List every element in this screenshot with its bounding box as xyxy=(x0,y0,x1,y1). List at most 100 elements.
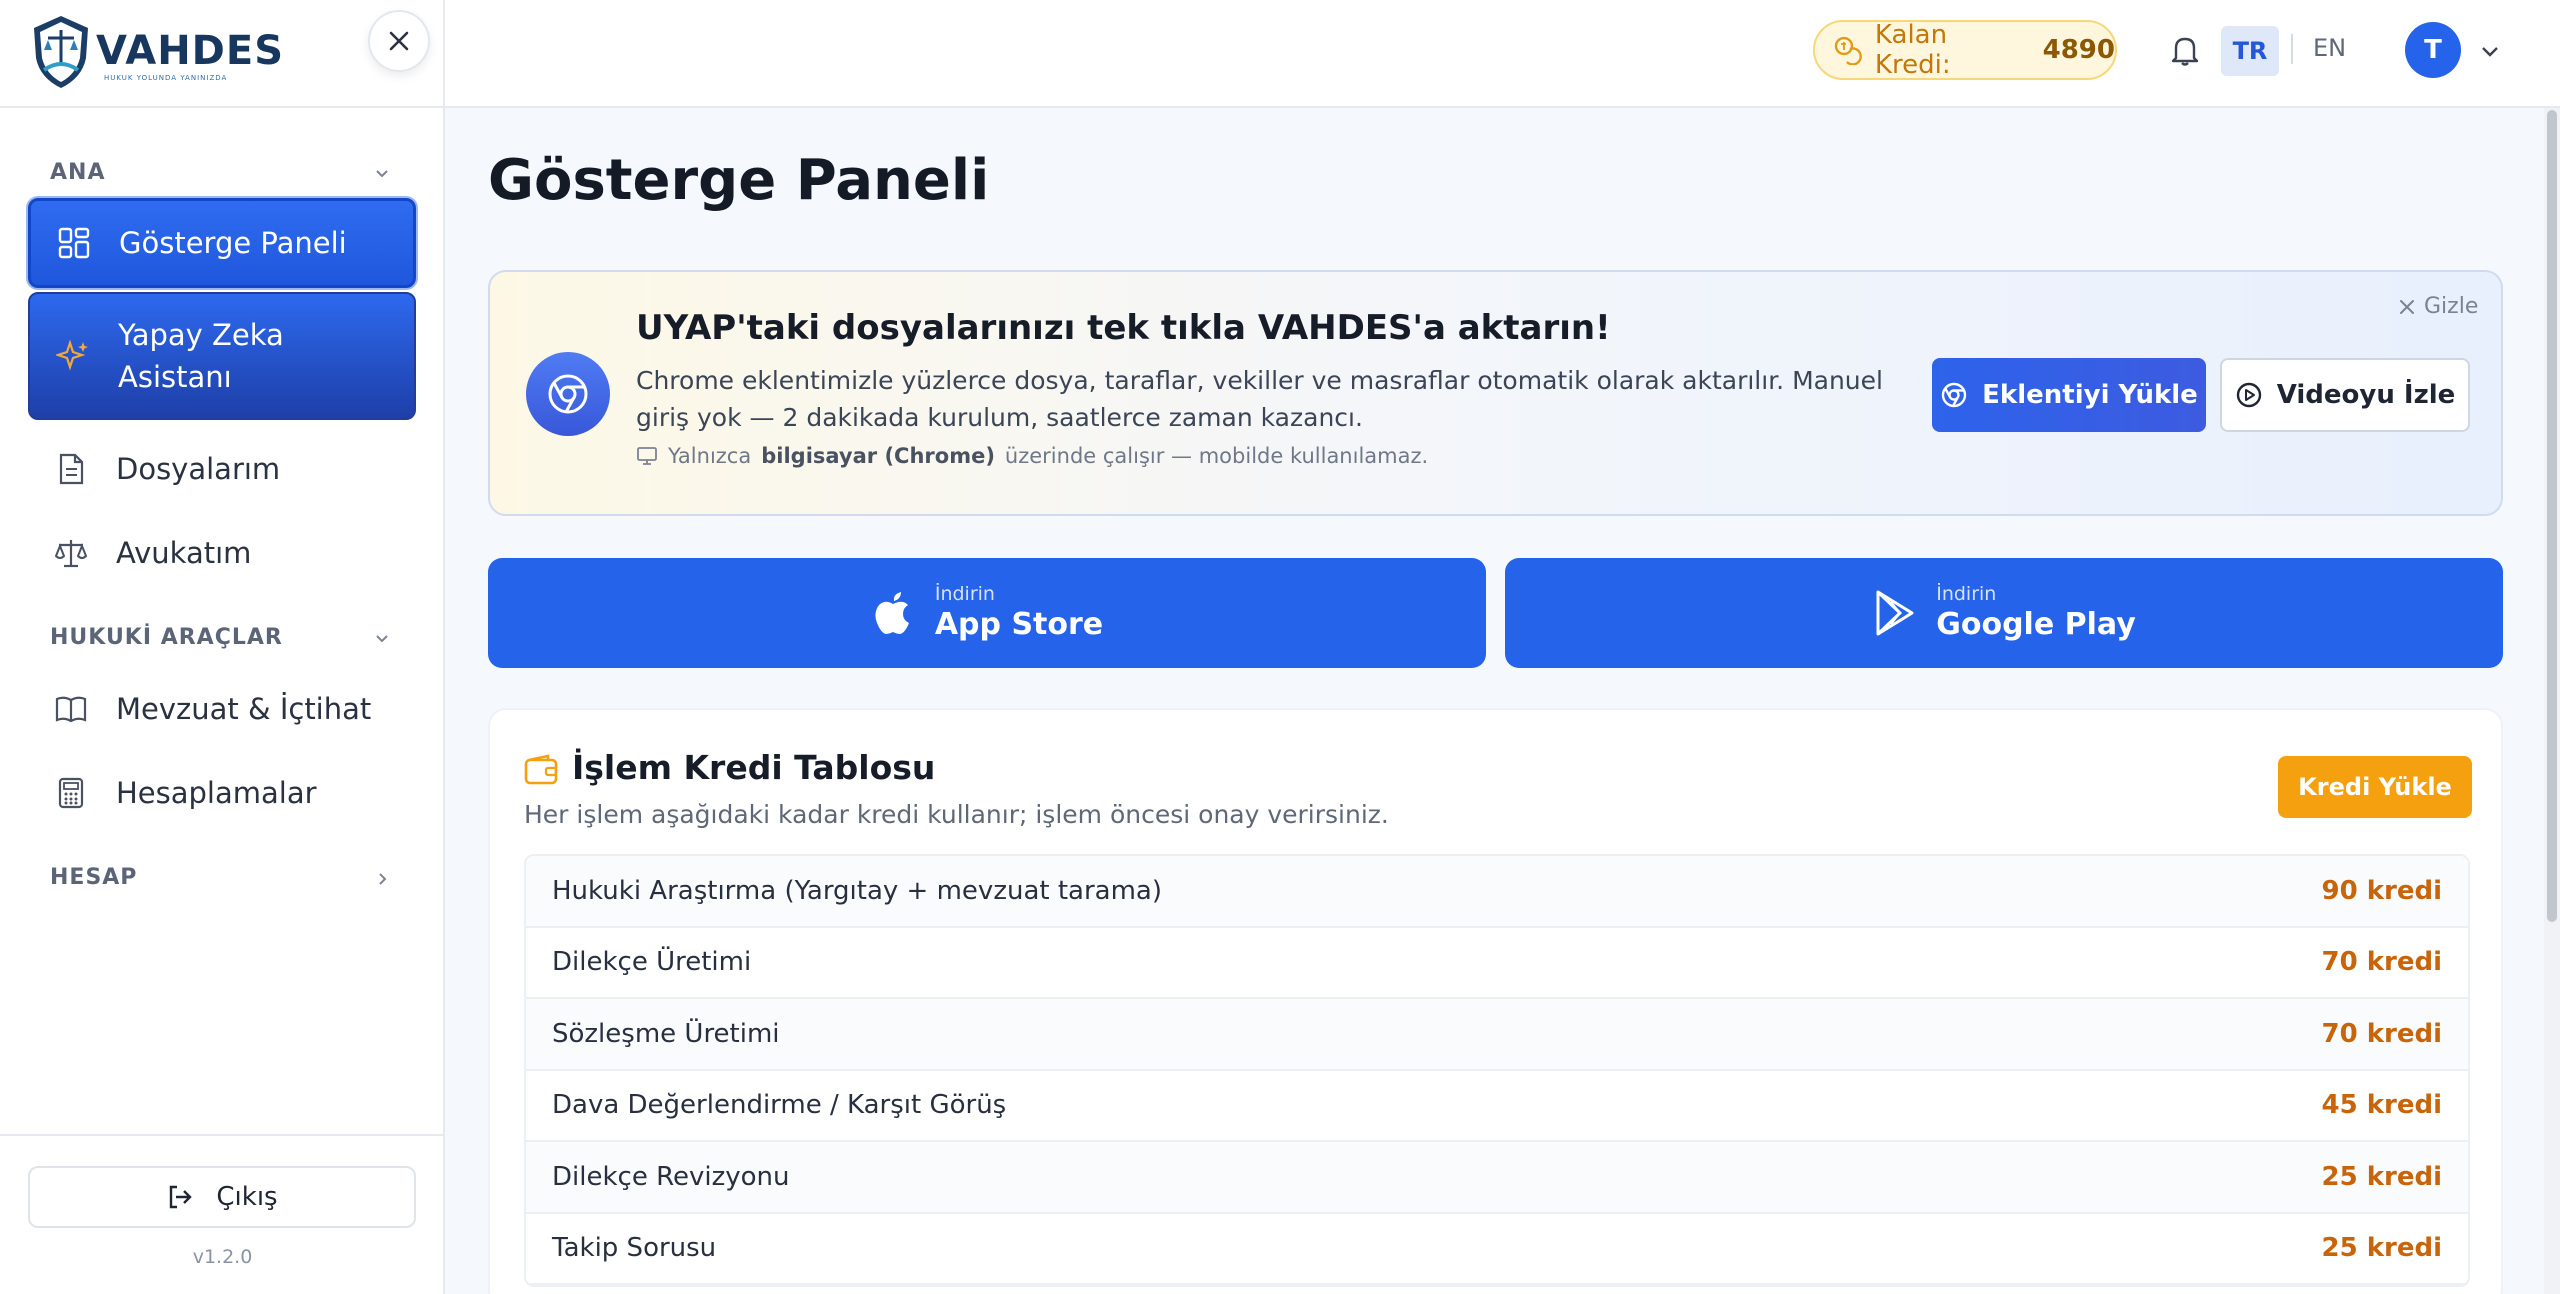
sidebar-item-label: Mevzuat & İçtihat xyxy=(116,692,372,726)
watch-video-button[interactable]: Videoyu İzle xyxy=(2220,358,2470,432)
sidebar-item-label: Dosyalarım xyxy=(116,452,281,486)
operation-cost: 90 kredi xyxy=(2321,875,2442,906)
operation-name: Takip Sorusu xyxy=(552,1233,717,1264)
section-ana[interactable]: ANA xyxy=(50,160,105,185)
credit-table: Hukuki Araştırma (Yargıtay + mevzuat tar… xyxy=(524,854,2470,1287)
table-row: Sözleşme Üretimi 70 kredi xyxy=(526,999,2468,1071)
operation-cost: 25 kredi xyxy=(2321,1161,2442,1192)
play-circle-icon xyxy=(2236,382,2261,408)
operation-name: Sözleşme Üretimi xyxy=(552,1018,780,1049)
operation-name: Hukuki Araştırma (Yargıtay + mevzuat tar… xyxy=(552,875,1162,906)
sidebar-item-label: Avukatım xyxy=(116,536,252,570)
chevron-down-icon[interactable] xyxy=(2479,40,2501,62)
extension-banner: UYAP'taki dosyalarınızı tek tıkla VAHDES… xyxy=(488,270,2503,516)
note-bold: bilgisayar (Chrome) xyxy=(761,444,995,468)
google-play-icon xyxy=(1876,590,1914,636)
language-tr-button[interactable]: TR xyxy=(2221,26,2279,76)
close-icon xyxy=(389,31,409,51)
chrome-icon-badge xyxy=(526,352,610,436)
language-divider xyxy=(2291,34,2293,64)
logout-label: Çıkış xyxy=(216,1182,278,1212)
install-extension-button[interactable]: Eklentiyi Yükle xyxy=(1932,358,2206,432)
calculator-icon xyxy=(58,777,84,809)
close-sidebar-button[interactable] xyxy=(368,10,430,72)
credit-table-subtitle: Her işlem aşağıdaki kadar kredi kullanır… xyxy=(524,800,1389,829)
logout-icon xyxy=(170,1185,193,1209)
operation-name: Dilekçe Üretimi xyxy=(552,947,752,978)
section-account[interactable]: HESAP xyxy=(50,865,137,890)
credit-table-title: İşlem Kredi Tablosu xyxy=(572,748,936,787)
brand-tagline: HUKUK YOLUNDA YANINIZDA xyxy=(104,74,228,82)
sidebar-item-label: Gösterge Paneli xyxy=(119,226,347,260)
sidebar: VAHDES HUKUK YOLUNDA YANINIZDA ANA Göste… xyxy=(0,0,445,1294)
apple-icon xyxy=(875,592,909,634)
logo-icon xyxy=(34,16,88,88)
section-legal-tools[interactable]: HUKUKİ ARAÇLAR xyxy=(50,625,283,650)
close-icon xyxy=(2400,299,2414,314)
language-en-button[interactable]: EN xyxy=(2313,34,2346,62)
operation-cost: 25 kredi xyxy=(2321,1233,2442,1264)
sidebar-item-dashboard[interactable]: Gösterge Paneli xyxy=(28,198,416,288)
operation-cost: 70 kredi xyxy=(2321,1018,2442,1049)
page-title: Gösterge Paneli xyxy=(488,148,990,213)
watch-video-label: Videoyu İzle xyxy=(2276,380,2456,410)
chevron-down-icon[interactable] xyxy=(374,631,390,647)
logout-area: Çıkış v1.2.0 xyxy=(0,1134,445,1294)
google-play-button[interactable]: İndirin Google Play xyxy=(1505,558,2503,668)
document-icon xyxy=(59,453,84,485)
chevron-right-icon[interactable] xyxy=(374,871,390,887)
load-credit-button[interactable]: Kredi Yükle xyxy=(2278,756,2472,818)
app-version: v1.2.0 xyxy=(192,1246,253,1268)
credit-table-card: İşlem Kredi Tablosu Her işlem aşağıdaki … xyxy=(488,708,2503,1294)
credit-value: 4890 xyxy=(2042,35,2115,65)
top-bar: Kalan Kredi: 4890 TR EN T xyxy=(445,0,2560,108)
sidebar-item-lawyer[interactable]: Avukatım xyxy=(28,522,416,584)
banner-note: Yalnızca bilgisayar (Chrome) üzerinde ça… xyxy=(636,444,1428,468)
operation-name: Dava Değerlendirme / Karşıt Görüş xyxy=(552,1090,1007,1121)
note-prefix: Yalnızca xyxy=(668,444,752,468)
google-play-small: İndirin xyxy=(1936,583,1997,605)
chevron-down-icon[interactable] xyxy=(374,166,390,182)
scales-icon xyxy=(54,540,88,568)
coins-icon xyxy=(1834,36,1862,65)
sidebar-item-label: Yapay Zeka Asistanı xyxy=(118,318,284,394)
scrollbar-thumb[interactable] xyxy=(2547,110,2557,922)
app-store-button[interactable]: İndirin App Store xyxy=(488,558,1486,668)
table-row: Takip Sorusu 25 kredi xyxy=(526,1214,2468,1285)
brand-header: VAHDES HUKUK YOLUNDA YANINIZDA xyxy=(0,0,445,108)
sidebar-item-calculations[interactable]: Hesaplamalar xyxy=(28,762,416,824)
hide-banner-button[interactable]: Gizle xyxy=(2398,294,2478,319)
table-row: Dilekçe Revizyonu 25 kredi xyxy=(526,1142,2468,1214)
google-play-big: Google Play xyxy=(1936,607,2136,642)
chrome-icon xyxy=(548,374,588,414)
operation-cost: 70 kredi xyxy=(2321,947,2442,978)
remaining-credit-badge[interactable]: Kalan Kredi: 4890 xyxy=(1813,20,2117,80)
logout-button[interactable]: Çıkış xyxy=(28,1166,416,1228)
sidebar-item-legislation[interactable]: Mevzuat & İçtihat xyxy=(28,678,416,740)
banner-title: UYAP'taki dosyalarınızı tek tıkla VAHDES… xyxy=(636,308,1611,348)
app-store-big: App Store xyxy=(934,607,1104,642)
note-suffix: üzerinde çalışır — mobilde kullanılamaz. xyxy=(1004,444,1429,468)
banner-description: Chrome eklentimizle yüzlerce dosya, tara… xyxy=(636,366,1883,432)
book-icon xyxy=(55,696,87,723)
credit-label: Kalan Kredi: xyxy=(1874,20,1951,80)
sidebar-item-label: Hesaplamalar xyxy=(116,776,317,810)
table-row: Dilekçe Üretimi 70 kredi xyxy=(526,928,2468,999)
chrome-icon xyxy=(1941,382,1967,408)
table-row: Dava Değerlendirme / Karşıt Görüş 45 kre… xyxy=(526,1071,2468,1142)
sidebar-item-files[interactable]: Dosyalarım xyxy=(28,438,416,500)
dashboard-icon xyxy=(58,227,90,259)
app-store-small: İndirin xyxy=(934,583,995,605)
install-extension-label: Eklentiyi Yükle xyxy=(1982,380,2198,410)
monitor-icon xyxy=(637,447,657,465)
bell-icon[interactable] xyxy=(2167,32,2203,68)
hide-label: Gizle xyxy=(2424,294,2479,319)
operation-name: Dilekçe Revizyonu xyxy=(552,1161,790,1192)
sidebar-item-ai-assistant[interactable]: Yapay Zeka Asistanı xyxy=(28,292,416,420)
wallet-icon xyxy=(524,754,558,785)
sparkle-icon xyxy=(56,339,88,371)
user-avatar[interactable]: T xyxy=(2405,22,2461,78)
table-row: Hukuki Araştırma (Yargıtay + mevzuat tar… xyxy=(526,856,2468,928)
operation-cost: 45 kredi xyxy=(2321,1090,2442,1121)
brand-name: VAHDES xyxy=(96,28,285,74)
